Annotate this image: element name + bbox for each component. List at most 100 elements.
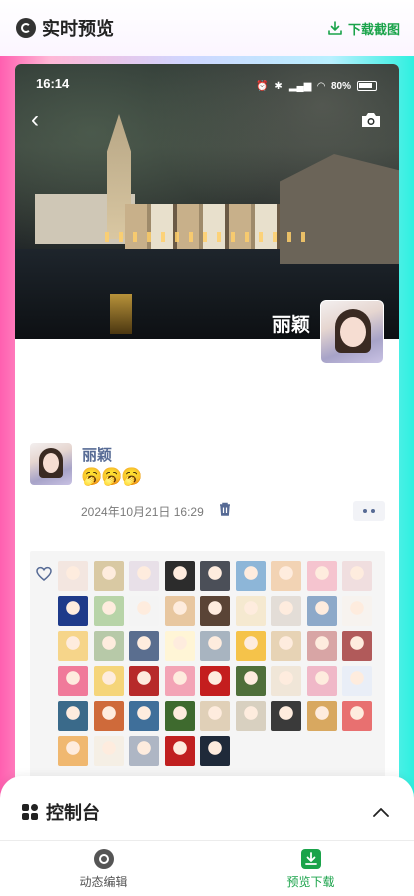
liker-avatar[interactable] [306,631,337,661]
likes-section [30,551,385,781]
liker-avatar[interactable] [58,701,88,731]
download-label: 下载截图 [347,21,400,37]
bottom-tab-bar: 动态编辑 预览下载 [0,840,414,896]
liker-avatar[interactable] [129,736,159,766]
top-bar: 实时预览 下载截图 [0,0,414,56]
battery-level: 80% [330,80,351,92]
liker-avatar[interactable] [129,561,159,591]
liker-avatar[interactable] [200,736,230,766]
alarm-icon: ⏰ [255,80,269,92]
liker-avatar[interactable] [164,701,195,731]
liker-avatar[interactable] [200,666,230,696]
liker-avatar[interactable] [342,631,372,661]
liker-avatar[interactable] [271,701,301,731]
liker-avatar[interactable] [58,596,88,626]
cover-house-right [280,154,399,264]
liker-avatar[interactable] [93,736,124,766]
cover-name: 丽颖 [272,315,311,336]
liker-avatar[interactable] [129,596,159,626]
liker-avatar[interactable] [271,666,301,696]
wifi-icon: ◠ [317,80,325,92]
cover-houses [125,204,295,249]
status-bar: 16:14 ⏰ ✱ ▂▄▆ ◠ 80% [15,76,399,96]
liker-avatar[interactable] [164,596,195,626]
liker-avatar[interactable] [164,631,195,661]
liker-avatar[interactable] [235,596,266,626]
liker-avatar[interactable] [164,561,195,591]
status-icons: ⏰ ✱ ▂▄▆ ◠ 80% [256,76,377,96]
battery-icon [357,81,377,91]
liker-avatar[interactable] [93,666,124,696]
liker-avatar[interactable] [129,701,159,731]
liker-avatar[interactable] [235,666,266,696]
camera-icon[interactable] [361,112,381,128]
liker-avatar[interactable] [342,596,372,626]
liker-avatar[interactable] [235,631,266,661]
download-box-icon [300,849,321,869]
liker-avatar[interactable] [129,631,159,661]
liker-avatar[interactable] [200,561,230,591]
page-title: 实时预览 [42,19,114,39]
heart-icon [36,566,52,581]
cover-lights [105,232,305,242]
phone-preview: 16:14 ⏰ ✱ ▂▄▆ ◠ 80% ‹ 丽颖 丽颖 🥱🥱🥱 2024年10月… [15,64,399,824]
more-dot-icon [363,509,367,513]
liker-avatar[interactable] [93,596,124,626]
post-author-name[interactable]: 丽颖 [82,444,112,465]
back-icon[interactable]: ‹ [31,108,39,132]
liker-avatar[interactable] [58,631,88,661]
console-title: 控制台 [46,803,100,823]
liker-avatar[interactable] [93,631,124,661]
download-screenshot-button[interactable]: 下载截图 [327,19,400,38]
more-button[interactable] [353,501,385,521]
post-time: 2024年10月21日 16:29 [81,505,204,519]
console-panel[interactable]: 控制台 [0,776,414,848]
liker-avatar[interactable] [342,666,372,696]
liker-avatar[interactable] [200,701,230,731]
trash-icon[interactable] [218,502,232,516]
liker-avatar[interactable] [93,701,124,731]
post-avatar[interactable] [30,443,72,485]
bluetooth-icon: ✱ [274,80,283,92]
liker-avatar[interactable] [306,701,337,731]
avatar-face [340,317,366,347]
liker-avatar[interactable] [129,666,159,696]
preview-icon [16,18,36,38]
liker-avatar[interactable] [200,631,230,661]
cover-image[interactable]: 16:14 ⏰ ✱ ▂▄▆ ◠ 80% ‹ 丽颖 [15,64,399,339]
likes-avatar-grid [58,561,384,766]
tab-dynamic-edit[interactable]: 动态编辑 [0,841,207,896]
liker-avatar[interactable] [235,561,266,591]
liker-avatar[interactable] [271,561,301,591]
liker-avatar[interactable] [164,666,195,696]
liker-avatar[interactable] [200,596,230,626]
more-dot-icon [371,509,375,513]
post-content: 🥱🥱🥱 [81,467,143,486]
liker-avatar[interactable] [164,736,195,766]
preview-header: 实时预览 [16,15,114,41]
download-icon [328,21,342,35]
liker-avatar[interactable] [93,561,124,591]
liker-avatar[interactable] [342,561,372,591]
status-time: 16:14 [36,76,70,91]
liker-avatar[interactable] [58,666,88,696]
liker-avatar[interactable] [306,561,337,591]
liker-avatar[interactable] [271,596,301,626]
chevron-up-icon[interactable] [372,806,390,818]
profile-avatar[interactable] [320,300,384,364]
liker-avatar[interactable] [342,701,372,731]
edit-icon [93,849,114,869]
tab-preview-download[interactable]: 预览下载 [207,841,414,896]
post-avatar-face [43,453,59,473]
liker-avatar[interactable] [306,596,337,626]
tab-label-edit: 动态编辑 [79,875,128,889]
cover-reflection [110,294,132,334]
tab-label-download: 预览下载 [286,875,335,889]
liker-avatar[interactable] [58,561,88,591]
signal-icon: ▂▄▆ [288,80,312,92]
dashboard-icon [22,804,38,820]
liker-avatar[interactable] [235,701,266,731]
liker-avatar[interactable] [306,666,337,696]
liker-avatar[interactable] [58,736,88,766]
liker-avatar[interactable] [271,631,301,661]
